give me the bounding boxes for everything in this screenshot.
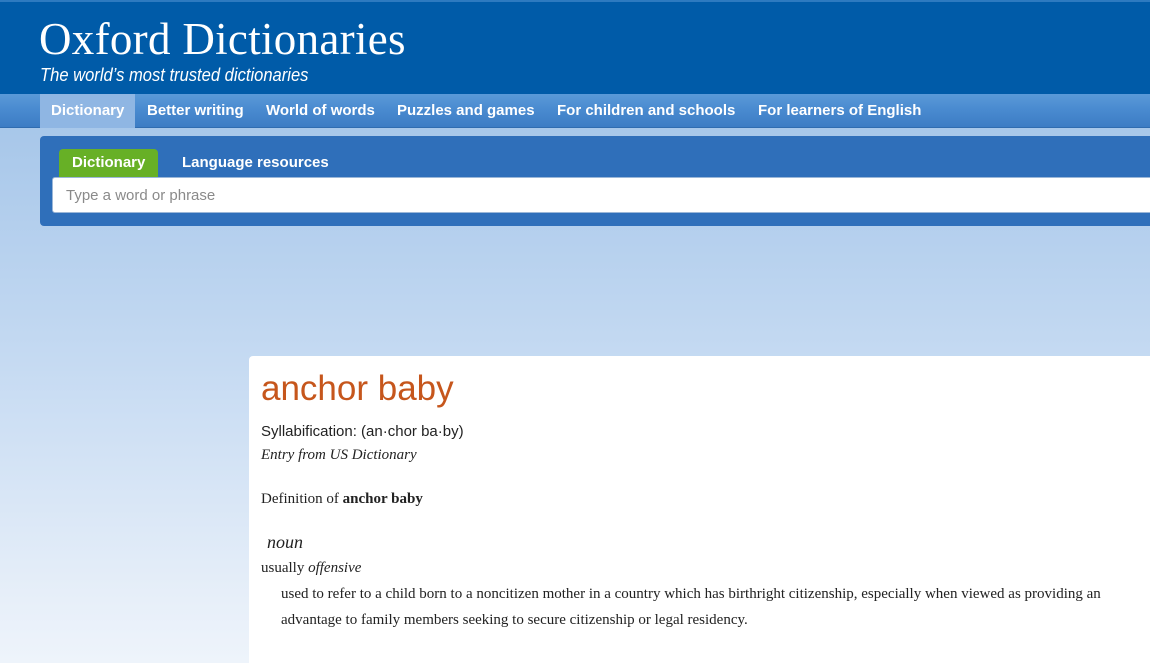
nav-puzzles-and-games[interactable]: Puzzles and games [397, 94, 535, 128]
main-nav: Dictionary Better writing World of words… [0, 94, 1150, 128]
site-tagline: The world’s most trusted dictionaries [40, 65, 309, 85]
definition-heading: Definition of anchor baby [261, 489, 423, 509]
nav-dictionary[interactable]: Dictionary [40, 94, 136, 128]
site-logo[interactable]: Oxford Dictionaries [39, 14, 406, 64]
definition-prefix: Definition of [261, 491, 343, 507]
entry-syllabification: Syllabification: (an·chor ba·by) [261, 423, 464, 440]
nav-better-writing[interactable]: Better writing [147, 94, 244, 128]
entry-source: Entry from US Dictionary [261, 447, 417, 463]
definition-term: anchor baby [342, 491, 423, 507]
nav-children-and-schools[interactable]: For children and schools [557, 94, 735, 128]
search-tab-dictionary[interactable]: Dictionary [59, 149, 159, 177]
register-label: offensive [308, 560, 362, 576]
sense-definition: used to refer to a child born to a nonci… [281, 586, 1101, 628]
search-input[interactable] [52, 177, 1150, 213]
search-panel: Dictionary Language resources [40, 136, 1150, 226]
search-tab-language-resources[interactable]: Language resources [182, 149, 329, 177]
site-header: Oxford Dictionaries The world’s most tru… [0, 0, 1150, 94]
entry-headword: anchor baby [261, 369, 454, 408]
usage-register: usually offensive [261, 558, 361, 578]
nav-world-of-words[interactable]: World of words [266, 94, 375, 128]
register-prefix: usually [261, 560, 309, 576]
part-of-speech: noun [267, 532, 303, 552]
nav-learners-of-english[interactable]: For learners of English [758, 94, 921, 128]
entry-card: anchor baby Syllabification: (an·chor ba… [249, 356, 1150, 663]
